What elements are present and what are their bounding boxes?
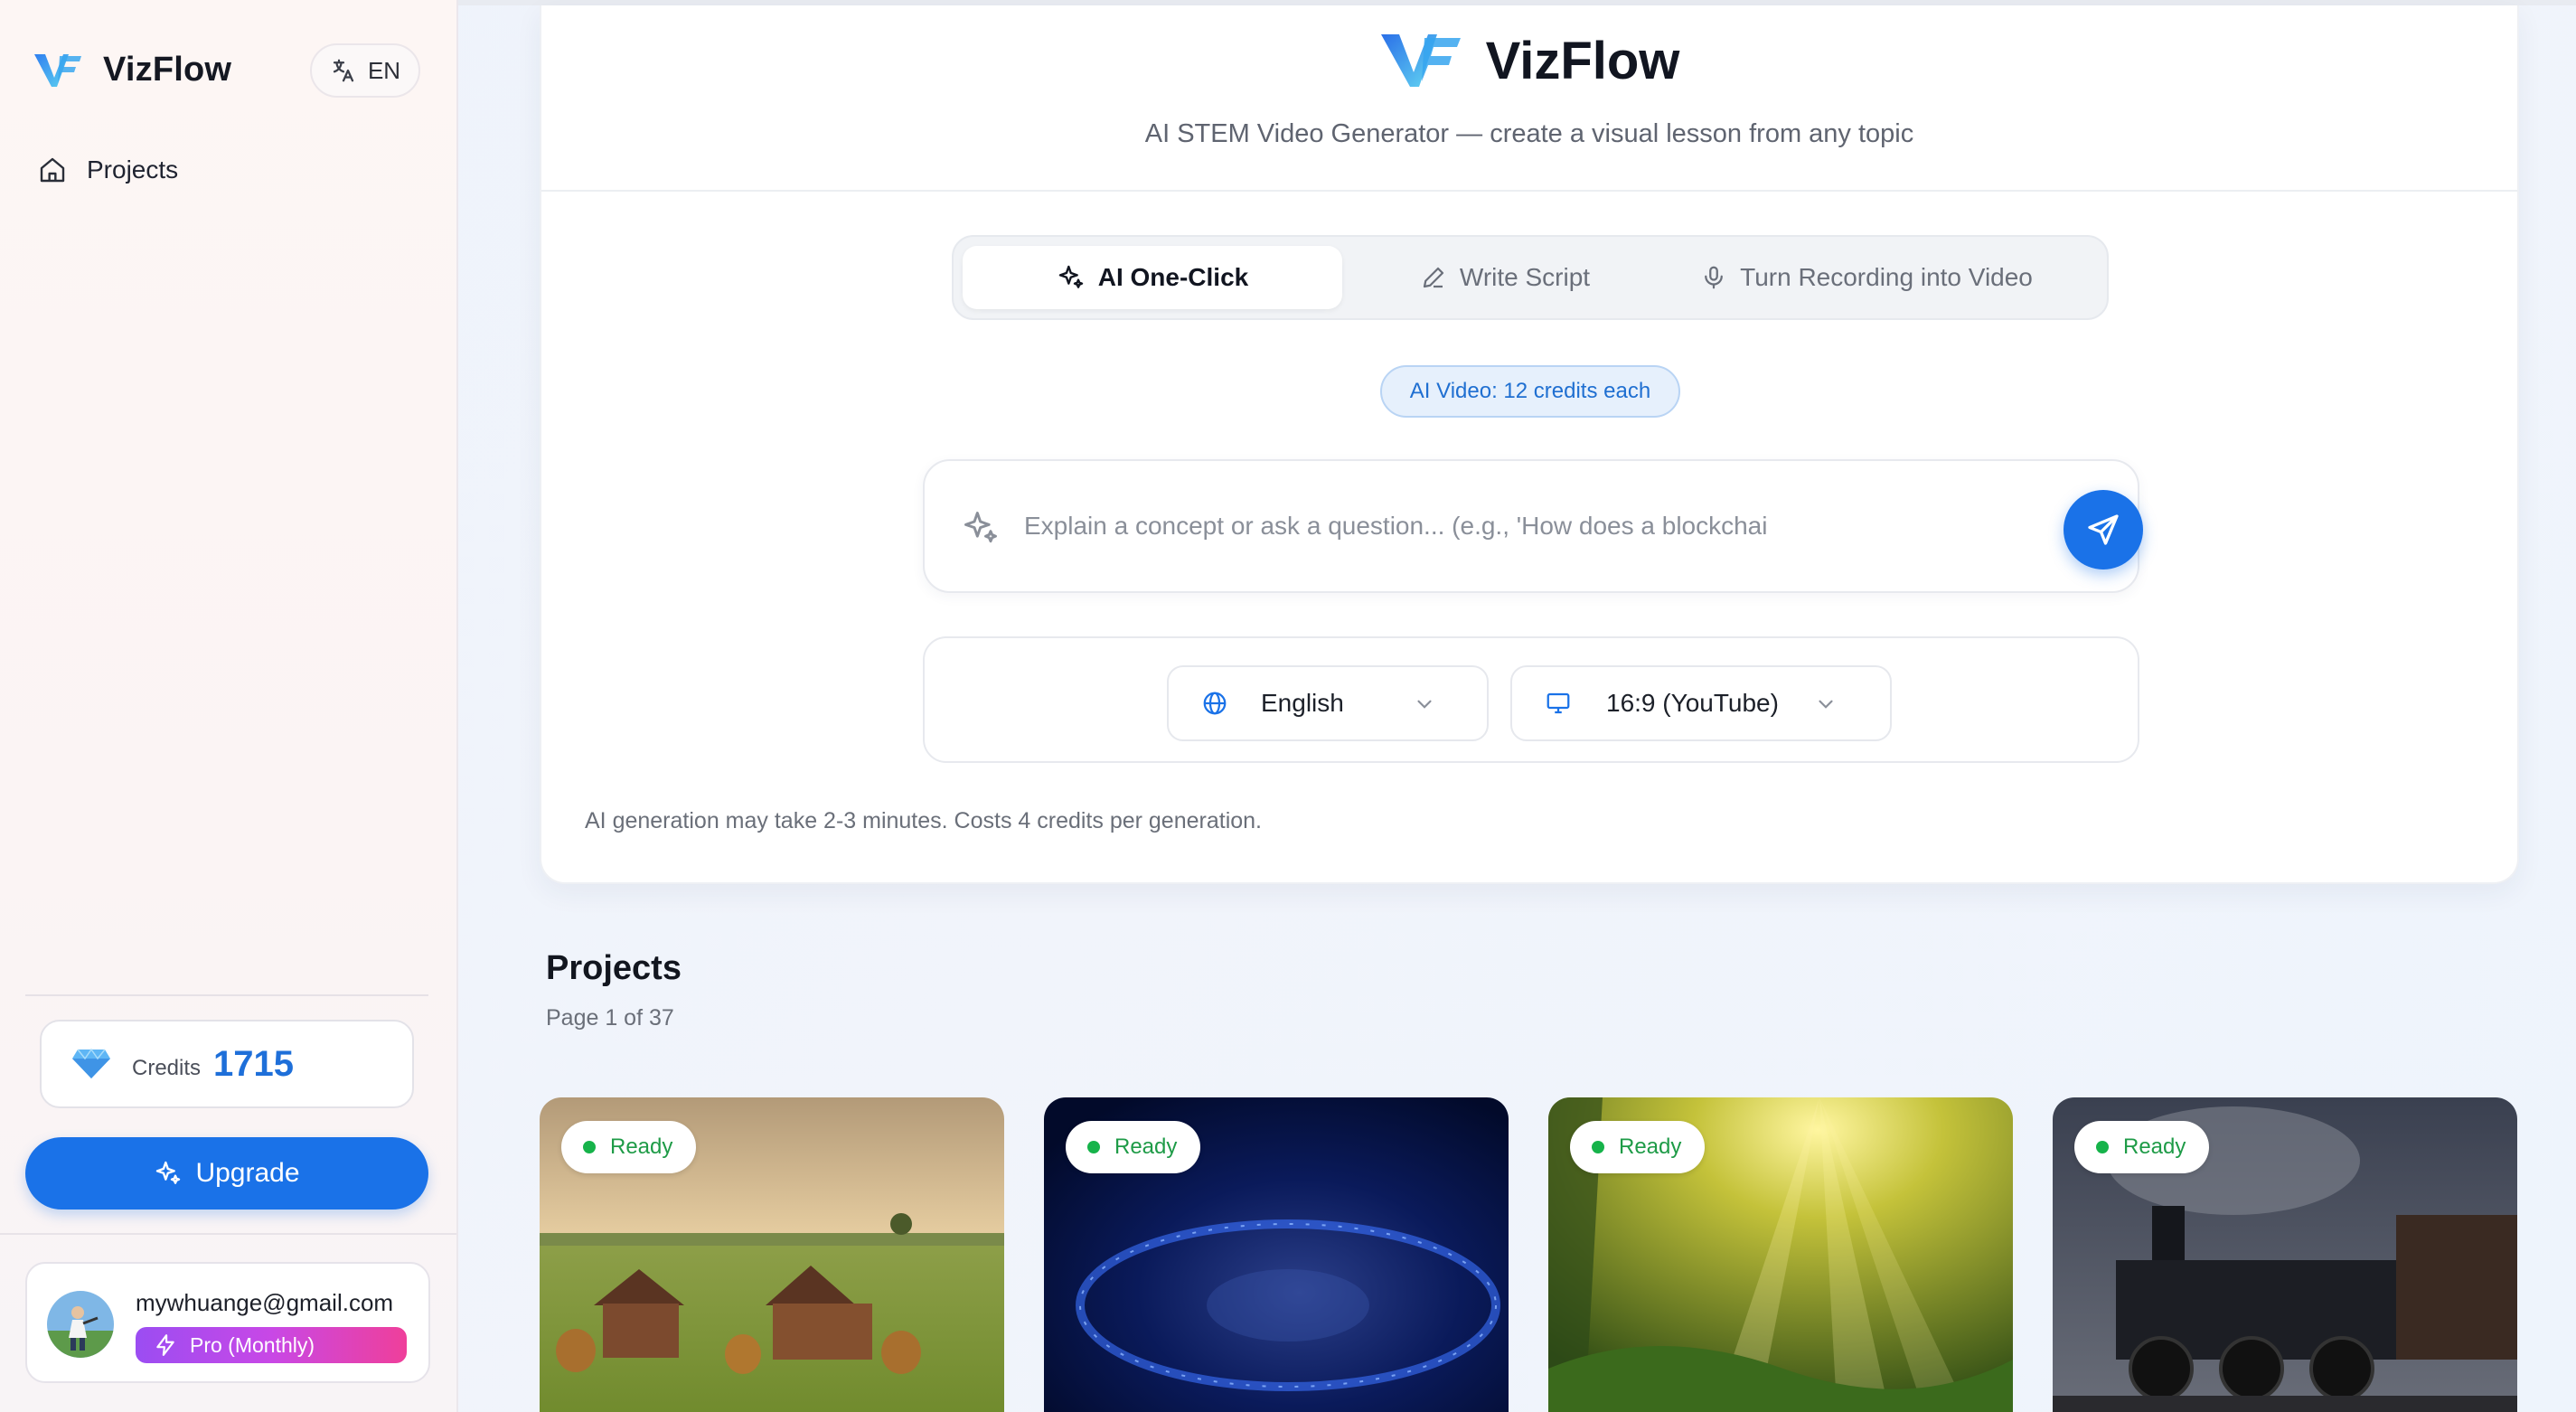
brand-name: VizFlow — [103, 50, 232, 89]
status-label: Ready — [2123, 1134, 2186, 1159]
sidebar-item-label: Projects — [87, 155, 179, 184]
upgrade-label: Upgrade — [195, 1158, 300, 1188]
sidebar-divider — [25, 994, 428, 996]
sparkles-icon — [156, 1161, 181, 1184]
pencil-icon — [1423, 267, 1444, 288]
status-badge: Ready — [1066, 1121, 1201, 1173]
credit-cost-badge: AI Video: 12 credits each — [1380, 365, 1680, 418]
generation-note: AI generation may take 2-3 minutes. Cost… — [585, 808, 1262, 833]
aspect-ratio-value: 16:9 (YouTube) — [1606, 689, 1779, 717]
upgrade-button[interactable]: Upgrade — [25, 1137, 428, 1210]
tab-write-script[interactable]: Write Script — [1387, 246, 1622, 309]
status-label: Ready — [1114, 1134, 1178, 1159]
monitor-icon — [1547, 692, 1570, 714]
prompt-box — [923, 459, 2143, 593]
status-dot — [1592, 1141, 1604, 1153]
tab-turn-recording-into-video[interactable]: Turn Recording into Video — [1677, 246, 2056, 309]
project-card[interactable]: Ready — [540, 1097, 1004, 1412]
home-icon — [40, 157, 65, 183]
prompt-input[interactable] — [1024, 497, 2018, 555]
plan-label: Pro (Monthly) — [190, 1332, 315, 1357]
sidebar-divider — [0, 1233, 456, 1235]
status-dot — [2096, 1141, 2109, 1153]
language-button[interactable]: EN — [310, 43, 420, 98]
plan-badge: Pro (Monthly) — [136, 1327, 407, 1363]
status-label: Ready — [610, 1134, 673, 1159]
project-card[interactable]: Ready — [1548, 1097, 2013, 1412]
user-card[interactable]: mywhuange@gmail.com Pro (Monthly) — [25, 1262, 430, 1383]
language-value: English — [1261, 689, 1344, 717]
lightning-icon — [156, 1334, 174, 1356]
sparkles-icon — [964, 512, 997, 543]
user-email: mywhuange@gmail.com — [136, 1289, 394, 1316]
credits-label: Credits — [132, 1056, 202, 1080]
project-card[interactable]: Ready — [2053, 1097, 2517, 1412]
sparkles-icon — [1058, 265, 1083, 288]
tab-label: Write Script — [1459, 263, 1591, 291]
generator-header: VizFlow AI STEM Video Generator — create… — [541, 5, 2517, 192]
diamond-icon — [72, 1048, 110, 1078]
avatar — [47, 1291, 114, 1358]
language-select[interactable]: English — [1167, 665, 1489, 741]
vizflow-logo-icon — [1380, 34, 1461, 87]
status-badge: Ready — [2074, 1121, 2210, 1173]
send-button[interactable] — [2064, 490, 2143, 570]
pagination-info: Page 1 of 37 — [546, 1005, 674, 1031]
microphone-icon — [1705, 266, 1723, 289]
chevron-down-icon — [1819, 700, 1833, 709]
language-label: EN — [367, 56, 401, 84]
sidebar: VizFlow EN Projects Credits 1715 Upgrade — [0, 0, 458, 1412]
tab-ai-one-click[interactable]: AI One-Click — [963, 246, 1342, 309]
status-badge: Ready — [1570, 1121, 1706, 1173]
status-label: Ready — [1619, 1134, 1682, 1159]
translate-icon — [333, 59, 354, 82]
aspect-ratio-select[interactable]: 16:9 (YouTube) — [1510, 665, 1892, 741]
tab-label: AI One-Click — [1097, 263, 1249, 291]
sidebar-item-projects[interactable]: Projects — [38, 155, 178, 184]
page-subtitle: AI STEM Video Generator — create a visua… — [1144, 119, 1914, 148]
chevron-down-icon — [1417, 700, 1432, 709]
credits-value: 1715 — [213, 1043, 295, 1084]
projects-heading: Projects — [546, 949, 682, 987]
mode-tabs: AI One-Click Write Script Turn Recording… — [952, 235, 2109, 320]
page-title: VizFlow — [1485, 31, 1680, 90]
tab-label: Turn Recording into Video — [1740, 263, 2033, 291]
status-dot — [1087, 1141, 1100, 1153]
vizflow-logo-icon — [34, 54, 81, 87]
send-icon — [2088, 514, 2119, 545]
generator-card: VizFlow AI STEM Video Generator — create… — [540, 5, 2519, 884]
project-card[interactable]: Ready — [1044, 1097, 1509, 1412]
brand[interactable]: VizFlow — [33, 47, 231, 92]
status-badge: Ready — [561, 1121, 697, 1173]
credits-card: Credits 1715 — [40, 1020, 414, 1108]
globe-icon — [1203, 692, 1227, 715]
options-box: English 16:9 (YouTube) — [923, 636, 2139, 763]
status-dot — [583, 1141, 596, 1153]
